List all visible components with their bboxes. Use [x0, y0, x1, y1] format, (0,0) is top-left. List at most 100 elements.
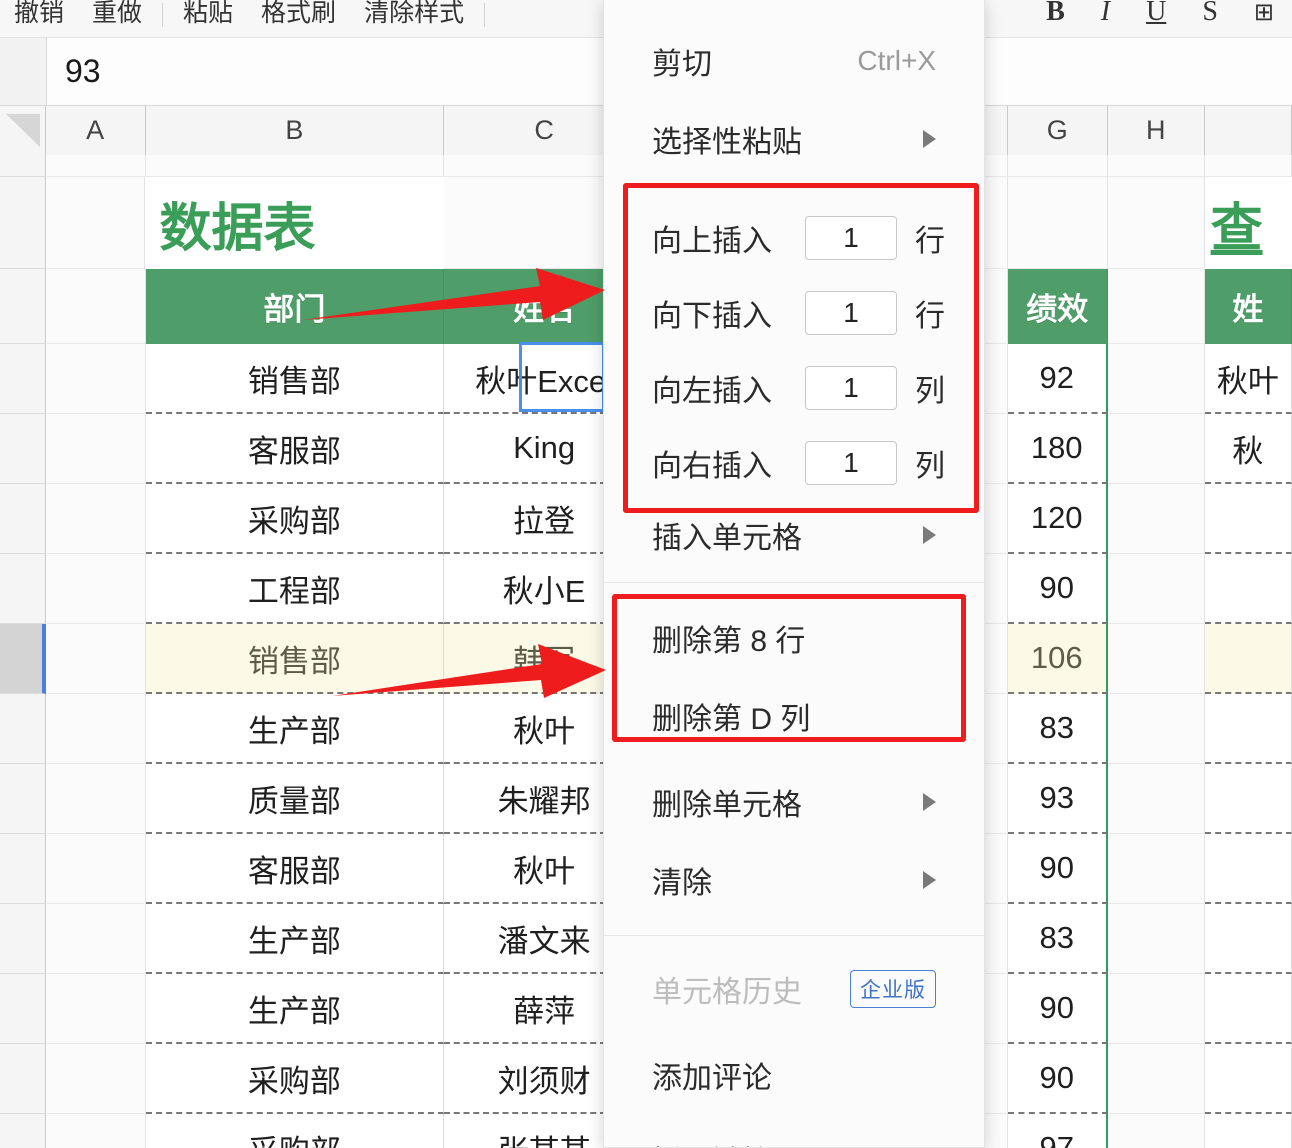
sheet-title-right[interactable]: 查 — [1204, 177, 1292, 269]
cell-right[interactable] — [1204, 1114, 1292, 1148]
menu-item-add-comment[interactable]: 添加评论 — [604, 1036, 984, 1114]
cell-score[interactable]: 90 — [1007, 554, 1108, 624]
cell-score[interactable]: 90 — [1007, 834, 1108, 904]
cell-dept[interactable]: 生产部 — [145, 904, 445, 974]
row-header[interactable] — [0, 834, 46, 904]
grid-cell-empty[interactable] — [45, 1114, 146, 1148]
menu-item-insert-below[interactable]: 向下插入 1 行 — [604, 275, 984, 350]
bold-icon[interactable]: B — [1028, 0, 1083, 28]
toolbar-paste-button[interactable]: 粘贴 — [169, 0, 247, 32]
grid-cell-empty[interactable] — [1107, 344, 1205, 414]
cell-right[interactable] — [1204, 974, 1292, 1044]
grid-cell-empty[interactable] — [1107, 764, 1205, 834]
cell-right[interactable] — [1204, 764, 1292, 834]
row-header[interactable] — [0, 269, 46, 344]
grid-cell-empty[interactable] — [1107, 484, 1205, 554]
menu-item-clear[interactable]: 清除 — [604, 841, 984, 919]
row-header[interactable] — [0, 1114, 46, 1148]
grid-cell-empty[interactable] — [45, 177, 146, 269]
menu-item-paste-special[interactable]: 选择性粘贴 — [604, 100, 984, 178]
grid-cell-empty[interactable] — [45, 764, 146, 834]
row-header[interactable] — [0, 344, 46, 414]
grid-cell-empty[interactable] — [1107, 554, 1205, 624]
column-header-h[interactable]: H — [1107, 106, 1205, 155]
grid-cell-empty[interactable] — [1107, 904, 1205, 974]
cell-score[interactable]: 120 — [1007, 484, 1108, 554]
cell-dept[interactable]: 生产部 — [145, 974, 445, 1044]
toolbar-format-painter-button[interactable]: 格式刷 — [247, 0, 350, 32]
cell-score[interactable]: 97 — [1007, 1114, 1108, 1148]
cell-right[interactable] — [1204, 484, 1292, 554]
underline-icon[interactable]: U — [1128, 0, 1184, 28]
grid-cell-empty[interactable] — [1107, 269, 1205, 344]
borders-icon[interactable]: ⊞ — [1236, 0, 1292, 26]
row-header[interactable] — [0, 155, 46, 177]
grid-cell-empty[interactable] — [1107, 834, 1205, 904]
menu-item-insert-above[interactable]: 向上插入 1 行 — [604, 200, 984, 275]
grid-cell-empty[interactable] — [1204, 155, 1292, 177]
column-label-right[interactable]: 姓 — [1204, 269, 1292, 344]
italic-icon[interactable]: I — [1083, 0, 1128, 28]
grid-cell-empty[interactable] — [1107, 177, 1205, 269]
cell-right[interactable] — [1204, 834, 1292, 904]
column-header-i[interactable] — [1204, 106, 1292, 155]
cell-right[interactable] — [1204, 554, 1292, 624]
cell-dept[interactable]: 销售部 — [145, 344, 445, 414]
grid-cell-empty[interactable] — [45, 269, 146, 344]
grid-cell-empty[interactable] — [45, 694, 146, 764]
row-header[interactable] — [0, 554, 46, 624]
cell-score[interactable]: 90 — [1007, 1044, 1108, 1114]
cell-dept[interactable]: 采购部 — [145, 1114, 445, 1148]
column-label-dept[interactable]: 部门 — [145, 269, 445, 344]
column-header-a[interactable]: A — [45, 106, 146, 155]
sheet-title[interactable]: 数据表 — [145, 177, 445, 269]
cell-right[interactable] — [1204, 624, 1292, 694]
menu-item-insert-link[interactable]: 插入链接 — [604, 1120, 984, 1147]
insert-below-stepper[interactable]: 1 — [805, 290, 897, 335]
cell-right[interactable] — [1204, 1044, 1292, 1114]
cell-score[interactable]: 83 — [1007, 904, 1108, 974]
toolbar-clear-style-button[interactable]: 清除样式 — [350, 0, 478, 32]
insert-left-stepper[interactable]: 1 — [805, 365, 897, 410]
cell-dept[interactable]: 客服部 — [145, 414, 445, 484]
grid-cell-empty[interactable] — [1107, 155, 1205, 177]
cell-right[interactable]: 秋叶 — [1204, 344, 1292, 414]
grid-cell-empty[interactable] — [45, 554, 146, 624]
cell-dept[interactable]: 生产部 — [145, 694, 445, 764]
grid-cell-empty[interactable] — [45, 414, 146, 484]
grid-cell-empty[interactable] — [45, 834, 146, 904]
grid-cell-empty[interactable] — [45, 155, 146, 177]
cell-score[interactable]: 106 — [1007, 624, 1108, 694]
grid-cell-empty[interactable] — [1107, 694, 1205, 764]
column-label-score[interactable]: 绩效 — [1007, 269, 1108, 344]
menu-item-insert-right[interactable]: 向右插入 1 列 — [604, 425, 984, 500]
grid-cell-empty[interactable] — [45, 484, 146, 554]
grid-cell-empty[interactable] — [1007, 177, 1108, 269]
row-header[interactable] — [0, 974, 46, 1044]
context-menu[interactable]: 剪切 Ctrl+X 选择性粘贴 向上插入 1 行 向下插入 1 行 向左插入 1… — [603, 0, 985, 1148]
menu-item-insert-left[interactable]: 向左插入 1 列 — [604, 350, 984, 425]
grid-cell-empty[interactable] — [1107, 414, 1205, 484]
name-box[interactable] — [0, 38, 47, 105]
cell-score[interactable]: 92 — [1007, 344, 1108, 414]
insert-above-stepper[interactable]: 1 — [805, 215, 897, 260]
toolbar-redo-button[interactable]: 重做 — [78, 0, 156, 32]
grid-cell-empty[interactable] — [1007, 155, 1108, 177]
menu-item-insert-cells[interactable]: 插入单元格 — [604, 500, 984, 570]
cell-dept[interactable]: 工程部 — [145, 554, 445, 624]
column-header-b[interactable]: B — [145, 106, 445, 155]
cell-dept[interactable]: 销售部 — [145, 624, 445, 694]
cell-right[interactable] — [1204, 694, 1292, 764]
row-header[interactable] — [0, 764, 46, 834]
grid-cell-empty[interactable] — [45, 1044, 146, 1114]
cell-score[interactable]: 180 — [1007, 414, 1108, 484]
menu-item-delete-cells[interactable]: 删除单元格 — [604, 763, 984, 841]
grid-cell-empty[interactable] — [145, 155, 445, 177]
grid-cell-empty[interactable] — [45, 344, 146, 414]
grid-cell-empty[interactable] — [45, 904, 146, 974]
grid-cell-empty[interactable] — [1107, 1044, 1205, 1114]
grid-cell-empty[interactable] — [1107, 624, 1205, 694]
column-header-g[interactable]: G — [1007, 106, 1108, 155]
select-all-corner[interactable] — [0, 106, 46, 155]
row-header[interactable] — [0, 904, 46, 974]
